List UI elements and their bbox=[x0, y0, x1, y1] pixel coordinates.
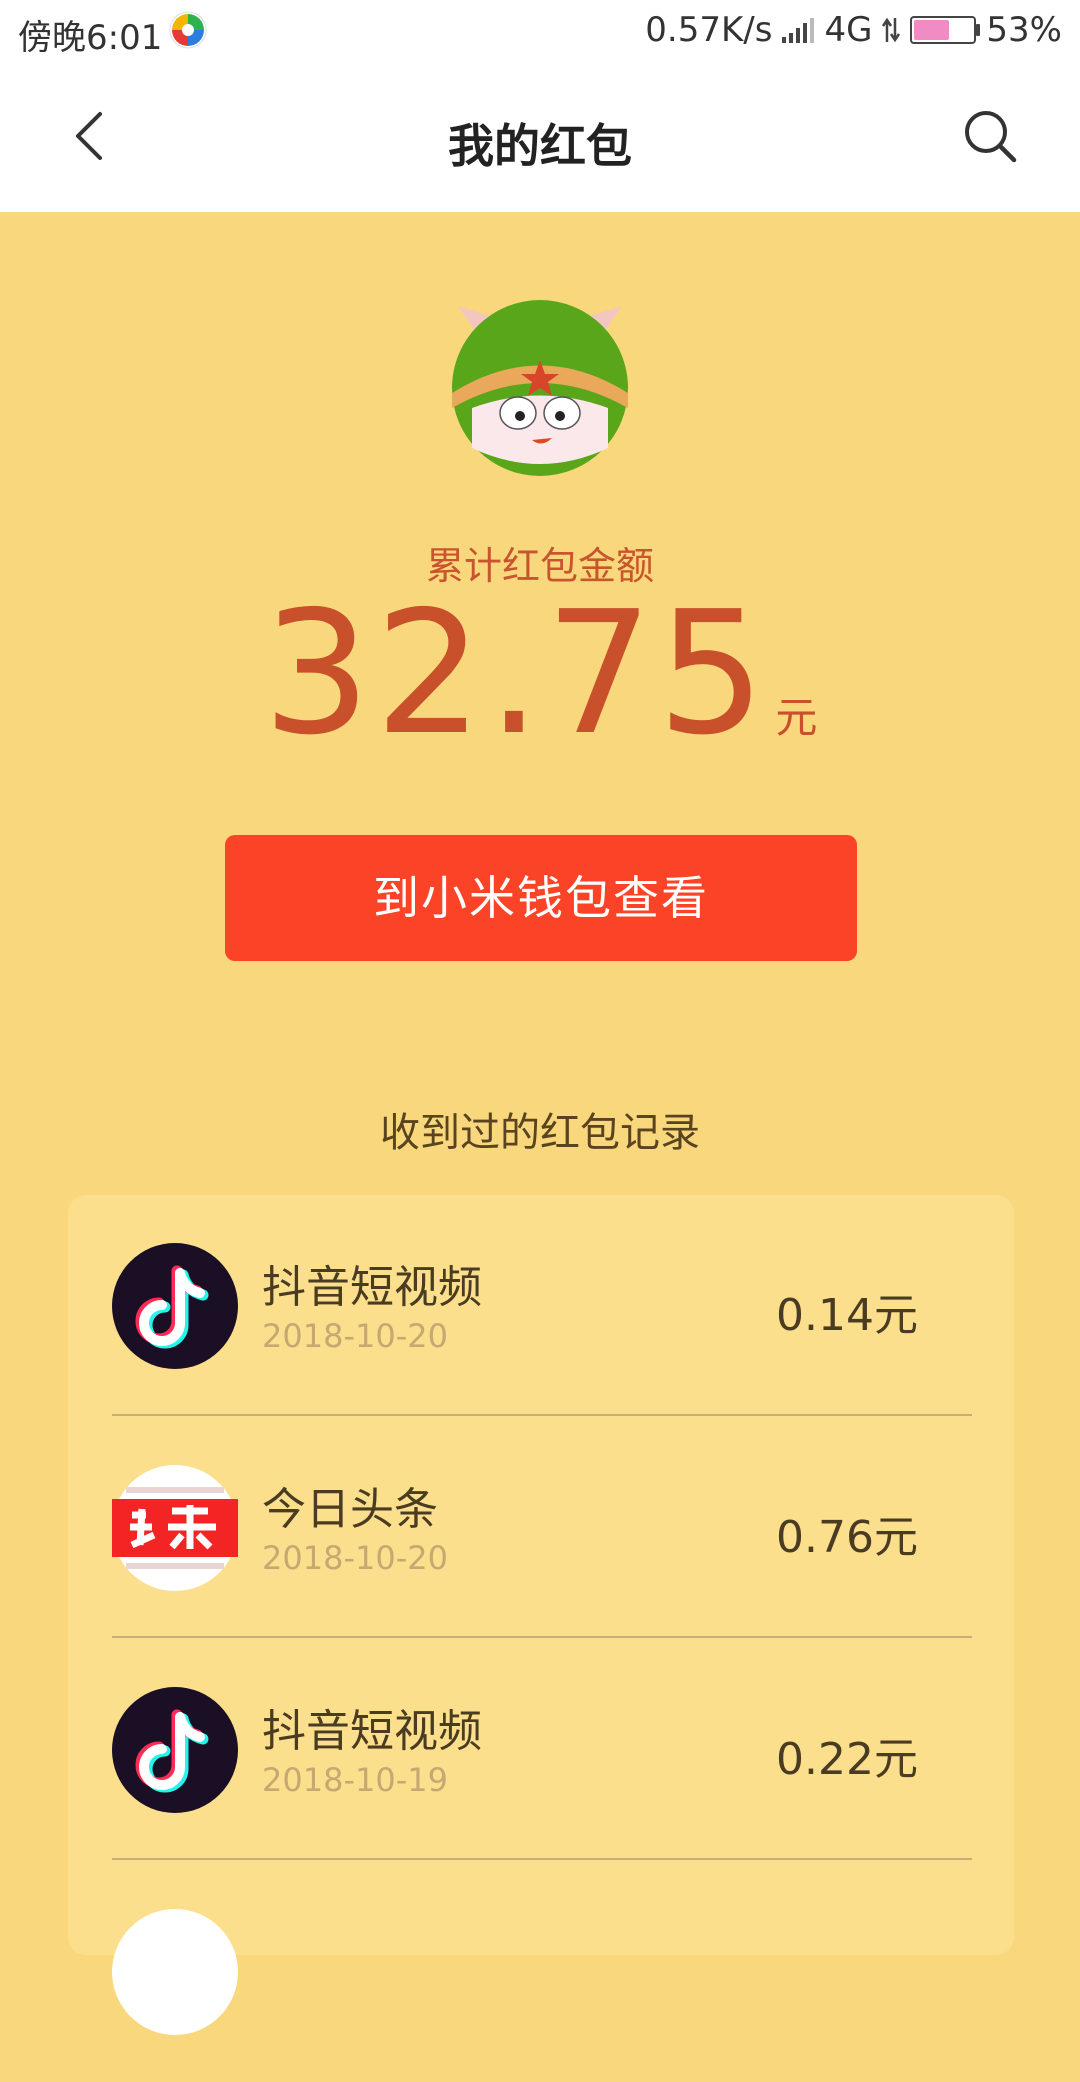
divider bbox=[112, 1414, 972, 1416]
watermark bbox=[512, 952, 568, 964]
network-type: 4G bbox=[824, 10, 873, 50]
record-date: 2018-10-19 bbox=[262, 1761, 448, 1799]
records-list: 抖音短视频 2018-10-20 0.14元 今日头条 2018-10-20 0… bbox=[68, 1195, 1014, 2035]
record-app-name: 今日头条 bbox=[262, 1484, 438, 1535]
record-amount: 0.76元 bbox=[776, 1512, 918, 1563]
douyin-icon bbox=[112, 1243, 238, 1369]
record-app-name: 抖音短视频 bbox=[262, 1706, 482, 1757]
record-row[interactable]: 抖音短视频 2018-10-19 0.22元 bbox=[112, 1639, 972, 1860]
toutiao-icon bbox=[112, 1465, 238, 1591]
view-in-mi-wallet-button[interactable]: 到小米钱包查看 bbox=[225, 835, 857, 961]
douyin-icon bbox=[112, 1687, 238, 1813]
total-amount: 32.75 元 bbox=[0, 575, 1080, 773]
records-title: 收到过的红包记录 bbox=[380, 1110, 700, 1156]
search-icon[interactable] bbox=[960, 106, 1020, 166]
total-amount-value: 32.75 bbox=[262, 575, 770, 773]
record-row[interactable] bbox=[112, 1861, 972, 2082]
signal-icon bbox=[782, 17, 815, 43]
status-indicators: 0.57K/s 4G 53% bbox=[645, 10, 1062, 50]
status-time: 傍晚6:01 bbox=[18, 18, 163, 58]
mascot-avatar bbox=[452, 300, 628, 476]
status-bar: 傍晚6:01 0.57K/s 4G 53% bbox=[0, 0, 1080, 62]
total-amount-unit: 元 bbox=[775, 693, 818, 742]
network-speed: 0.57K/s bbox=[645, 10, 773, 50]
record-date: 2018-10-20 bbox=[262, 1539, 448, 1577]
record-app-name: 抖音短视频 bbox=[262, 1262, 482, 1313]
record-amount: 0.22元 bbox=[776, 1734, 918, 1785]
app-icon bbox=[112, 1909, 238, 2035]
record-amount: 0.14元 bbox=[776, 1290, 918, 1341]
page-title: 我的红包 bbox=[448, 119, 632, 173]
app-notification-icon bbox=[169, 11, 207, 49]
record-row[interactable]: 今日头条 2018-10-20 0.76元 bbox=[112, 1417, 972, 1638]
battery-icon bbox=[910, 16, 981, 44]
divider bbox=[112, 1858, 972, 1860]
navigation-bar: 我的红包 bbox=[0, 62, 1080, 212]
data-transfer-icon bbox=[882, 17, 901, 43]
record-row[interactable]: 抖音短视频 2018-10-20 0.14元 bbox=[112, 1195, 972, 1416]
battery-percent: 53% bbox=[986, 10, 1062, 50]
record-date: 2018-10-20 bbox=[262, 1317, 448, 1355]
divider bbox=[112, 1636, 972, 1638]
